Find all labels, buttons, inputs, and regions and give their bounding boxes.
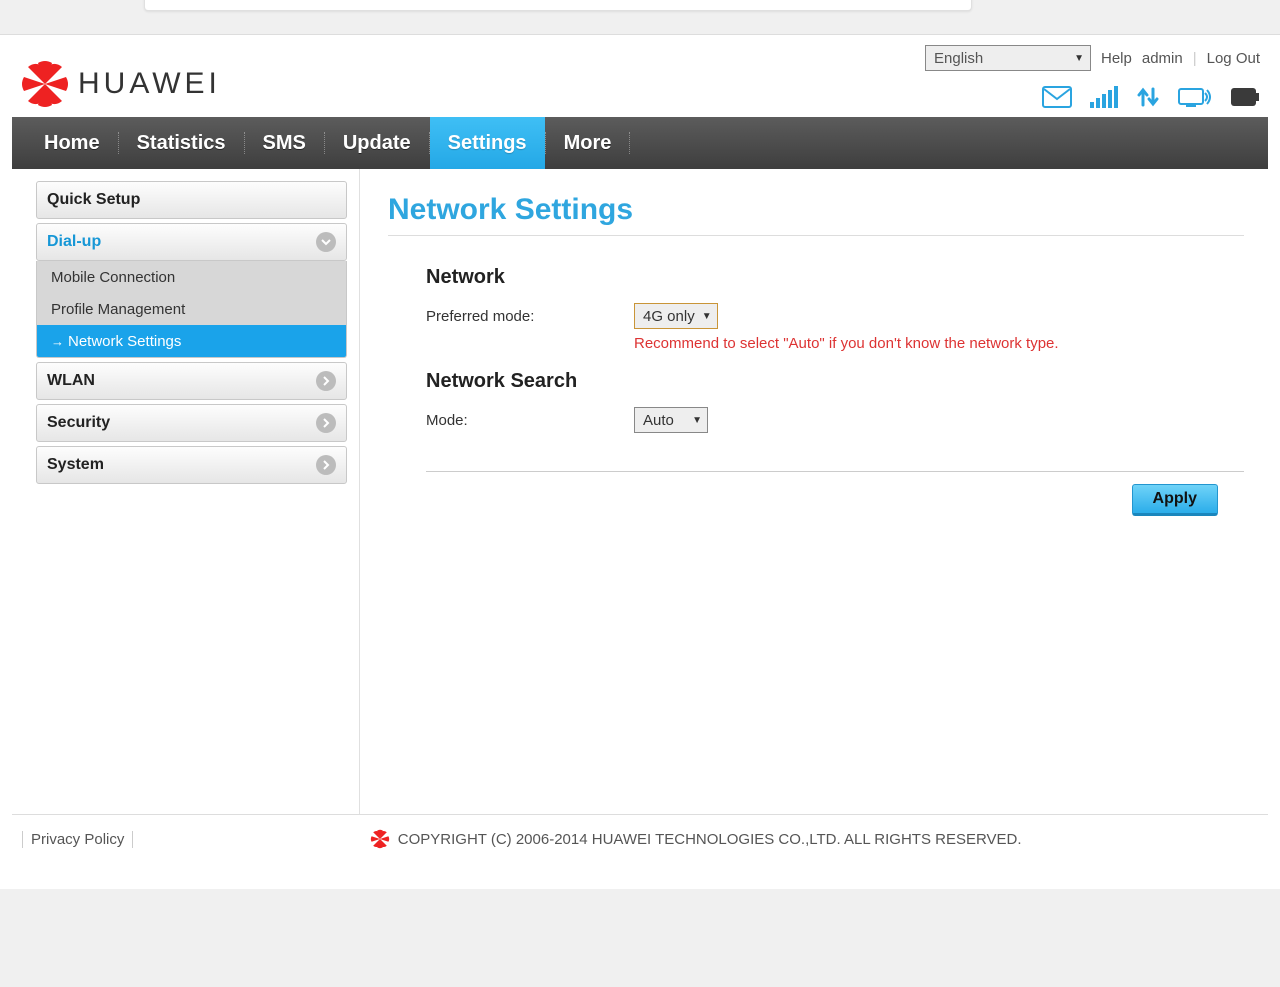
sidebar-label: Dial-up [47, 233, 101, 251]
main-nav: Home Statistics SMS Update Settings More [12, 117, 1268, 169]
wifi-icon [1178, 86, 1212, 108]
language-select[interactable]: English [925, 45, 1091, 71]
chevron-right-icon [316, 455, 336, 475]
brand-text: HUAWEI [78, 67, 221, 101]
nav-sms[interactable]: SMS [245, 117, 324, 169]
content-divider [426, 471, 1244, 472]
battery-icon [1230, 87, 1260, 107]
brand-logo: HUAWEI [20, 59, 221, 109]
sidebar-label: Quick Setup [47, 191, 140, 209]
data-transfer-icon [1136, 85, 1160, 109]
copyright-text: COPYRIGHT (C) 2006-2014 HUAWEI TECHNOLOG… [398, 831, 1022, 848]
huawei-logo-icon [370, 829, 390, 849]
sidebar-profile-management[interactable]: Profile Management [37, 293, 346, 325]
help-link[interactable]: Help [1101, 50, 1132, 67]
sidebar-security[interactable]: Security [36, 404, 347, 442]
mode-value: Auto [643, 412, 674, 429]
sidebar-label: System [47, 456, 104, 474]
chevron-down-icon [316, 232, 336, 252]
language-value: English [934, 50, 983, 67]
privacy-policy-link[interactable]: Privacy Policy [22, 831, 133, 848]
logout-link[interactable]: Log Out [1207, 50, 1260, 67]
sidebar: Quick Setup Dial-up Mobile Connection Pr… [12, 169, 360, 814]
sidebar-wlan[interactable]: WLAN [36, 362, 347, 400]
sidebar-dialup[interactable]: Dial-up [36, 223, 347, 261]
mode-select[interactable]: Auto [634, 407, 708, 433]
header: HUAWEI English Help admin | Log Out [0, 34, 1280, 117]
browser-omnibox[interactable] [144, 0, 972, 11]
nav-update[interactable]: Update [325, 117, 429, 169]
main-content: Network Settings Network Preferred mode:… [360, 169, 1268, 814]
user-label: admin [1142, 50, 1183, 67]
sidebar-label: Security [47, 414, 110, 432]
nav-more[interactable]: More [546, 117, 630, 169]
preferred-mode-value: 4G only [643, 308, 695, 325]
sidebar-label: WLAN [47, 372, 95, 390]
sidebar-mobile-connection[interactable]: Mobile Connection [37, 261, 346, 293]
apply-button[interactable]: Apply [1132, 484, 1218, 516]
mode-label: Mode: [426, 412, 634, 429]
preferred-mode-hint: Recommend to select "Auto" if you don't … [634, 335, 1244, 352]
nav-statistics[interactable]: Statistics [119, 117, 244, 169]
preferred-mode-select[interactable]: 4G only [634, 303, 718, 329]
chevron-right-icon [316, 371, 336, 391]
sidebar-system[interactable]: System [36, 446, 347, 484]
nav-home[interactable]: Home [26, 117, 118, 169]
mail-icon[interactable] [1042, 86, 1072, 108]
chevron-right-icon [316, 413, 336, 433]
sidebar-network-settings[interactable]: Network Settings [37, 325, 346, 357]
network-section-title: Network [426, 266, 1244, 289]
footer: Privacy Policy COPYRIGHT (C) 2006-2014 H… [12, 814, 1268, 889]
page-title: Network Settings [388, 193, 1244, 236]
sidebar-quick-setup[interactable]: Quick Setup [36, 181, 347, 219]
signal-icon [1090, 86, 1118, 108]
preferred-mode-label: Preferred mode: [426, 308, 634, 325]
nav-settings[interactable]: Settings [430, 117, 545, 169]
huawei-logo-icon [20, 59, 70, 109]
network-search-section-title: Network Search [426, 370, 1244, 393]
